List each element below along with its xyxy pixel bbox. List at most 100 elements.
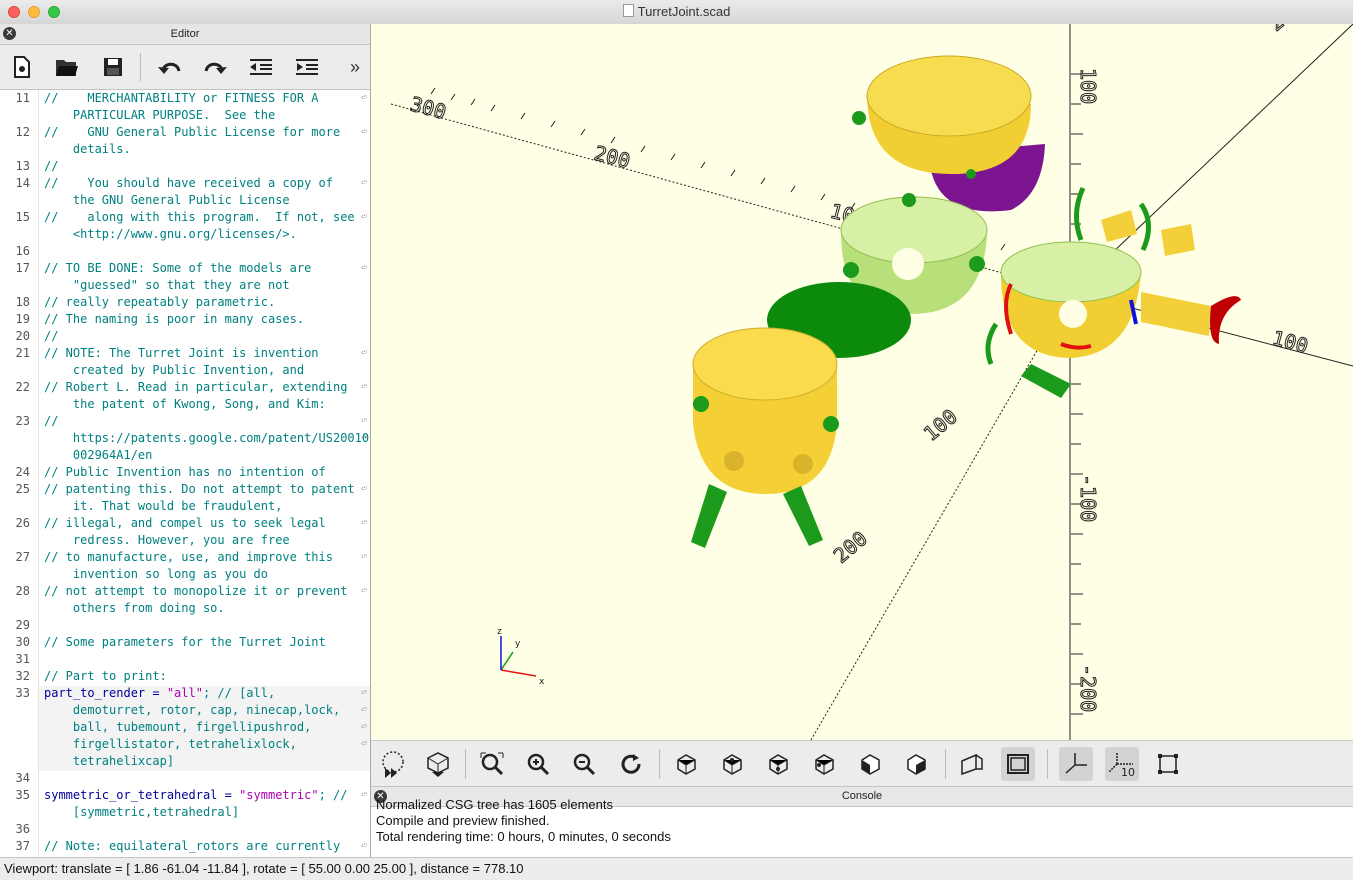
view-bottom-button[interactable] [761, 747, 795, 781]
save-icon [104, 58, 122, 76]
line-number: 19 [15, 312, 30, 326]
wrap-icon: ⏎ [361, 263, 367, 273]
render-button[interactable] [421, 747, 455, 781]
wrap-icon: ⏎ [361, 484, 367, 494]
view-back-button[interactable] [899, 747, 933, 781]
line-number: 22 [15, 380, 30, 394]
axis-label: 100 [1270, 326, 1311, 359]
line-number: 28 [15, 584, 30, 598]
viewport-toolbar: 10 [371, 740, 1353, 787]
code-line: // patenting this. Do not attempt to pat… [44, 482, 355, 496]
line-number: 29 [15, 618, 30, 632]
indent-button[interactable] [292, 53, 322, 81]
axis-label: -200 [1076, 664, 1100, 712]
line-number: 37 [15, 839, 30, 853]
code-line: PARTICULAR PURPOSE. See the [44, 108, 276, 122]
wrap-icon: ⏎ [361, 739, 367, 749]
console-line: Normalized CSG tree has 1605 elements [376, 797, 614, 812]
view-front-icon [861, 754, 880, 775]
window-title: TurretJoint.scad [0, 4, 1353, 19]
undo-button[interactable] [155, 53, 185, 81]
show-scale-icon: 10 [1108, 752, 1135, 778]
wrap-icon: ⏎ [361, 127, 367, 137]
view-top-button[interactable] [715, 747, 749, 781]
open-file-button[interactable] [52, 53, 82, 81]
gizmo-y-label: y [515, 639, 521, 649]
reset-view-icon [621, 754, 641, 774]
axis-y-negative [810, 291, 1072, 740]
code-line: // not attempt to monopolize it or preve… [44, 584, 348, 598]
console-line: Total rendering time: 0 hours, 0 minutes… [376, 829, 671, 844]
view-right-button[interactable] [669, 747, 703, 781]
reset-view-button[interactable] [614, 747, 648, 781]
code-line: <http://www.gnu.org/licenses/>. [44, 227, 297, 241]
zoom-in-button[interactable] [521, 747, 555, 781]
render-icon [427, 752, 449, 777]
line-number: 35 [15, 788, 30, 802]
redo-icon [204, 62, 227, 74]
view-all-button[interactable] [475, 747, 509, 781]
wrap-icon: ⏎ [361, 93, 367, 103]
wrap-icon: ⏎ [361, 688, 367, 698]
redo-button[interactable] [200, 53, 230, 81]
code-line: // [44, 329, 59, 343]
code-line: ball, tubemount, firgellipushrod, [44, 720, 312, 734]
show-scale-button[interactable]: 10 [1105, 747, 1139, 781]
axis-label: 200 [829, 526, 872, 568]
model-top-cap [852, 55, 1045, 212]
line-number: 31 [15, 652, 30, 666]
view-top-icon [723, 754, 742, 775]
preview-button[interactable] [376, 747, 410, 781]
code-line: // MERCHANTABILITY or FITNESS FOR A [44, 91, 319, 105]
document-icon [622, 4, 634, 17]
3d-viewport[interactable]: 300 200 100 100 100 200 100 200 -100 -20… [371, 24, 1353, 740]
view-all-icon [480, 752, 504, 776]
wrap-icon: ⏎ [361, 382, 367, 392]
zoom-in-icon [527, 753, 550, 776]
code-line: // You should have received a copy of [44, 176, 333, 190]
code-line: firgellistator, tetrahelixlock, [44, 737, 297, 751]
line-number: 33 [15, 686, 30, 700]
wrap-icon: ⏎ [361, 178, 367, 188]
code-line: // TO BE DONE: Some of the models are [44, 261, 312, 275]
perspective-button[interactable] [955, 747, 989, 781]
line-number: 32 [15, 669, 30, 683]
close-editor-icon[interactable]: ✕ [3, 27, 16, 40]
show-edges-icon [1158, 754, 1178, 774]
wrap-icon: ⏎ [361, 416, 367, 426]
viewport-scene[interactable]: 300 200 100 100 100 200 100 200 -100 -20… [371, 24, 1353, 740]
wrap-icon: ⏎ [361, 722, 367, 732]
orthogonal-button[interactable] [1001, 747, 1035, 781]
axis-label: 200 [1264, 24, 1307, 36]
zoom-out-icon [573, 753, 596, 776]
show-axes-button[interactable] [1059, 747, 1093, 781]
code-line: invention so long as you do [44, 567, 268, 581]
new-file-button[interactable] [7, 53, 37, 81]
view-front-button[interactable] [853, 747, 887, 781]
code-editor[interactable]: 11 12 13 14 15 16 17 18 19 20 21 22 23 2… [0, 90, 370, 857]
more-icon: » [349, 56, 360, 77]
wrap-icon: ⏎ [361, 212, 367, 222]
code-line: // Robert L. Read in particular, extendi… [44, 380, 348, 394]
line-number: 25 [15, 482, 30, 496]
more-tools-button[interactable]: » [343, 53, 367, 81]
code-line: 002964A1/en [44, 448, 153, 462]
save-button[interactable] [98, 53, 128, 81]
axis-label: 300 [408, 92, 449, 125]
code-line: symmetric_or_tetrahedral = "symmetric"; … [44, 788, 348, 802]
zoom-out-button[interactable] [567, 747, 601, 781]
wrap-icon: ⏎ [361, 348, 367, 358]
show-axes-icon [1065, 753, 1087, 774]
unindent-button[interactable] [246, 53, 276, 81]
line-number: 16 [15, 244, 30, 258]
show-edges-button[interactable] [1151, 747, 1185, 781]
line-number: 11 [15, 91, 30, 105]
view-left-button[interactable] [807, 747, 841, 781]
console-output: Normalized CSG tree has 1605 elements Co… [376, 797, 671, 845]
code-line: demoturret, rotor, cap, ninecap,lock, [44, 703, 341, 717]
code-line: // GNU General Public License for more [44, 125, 341, 139]
line-number: 34 [15, 771, 30, 785]
axis-label: -100 [1076, 474, 1100, 522]
wrap-icon: ⏎ [361, 433, 367, 443]
code-line: [symmetric,tetrahedral] [44, 805, 240, 819]
